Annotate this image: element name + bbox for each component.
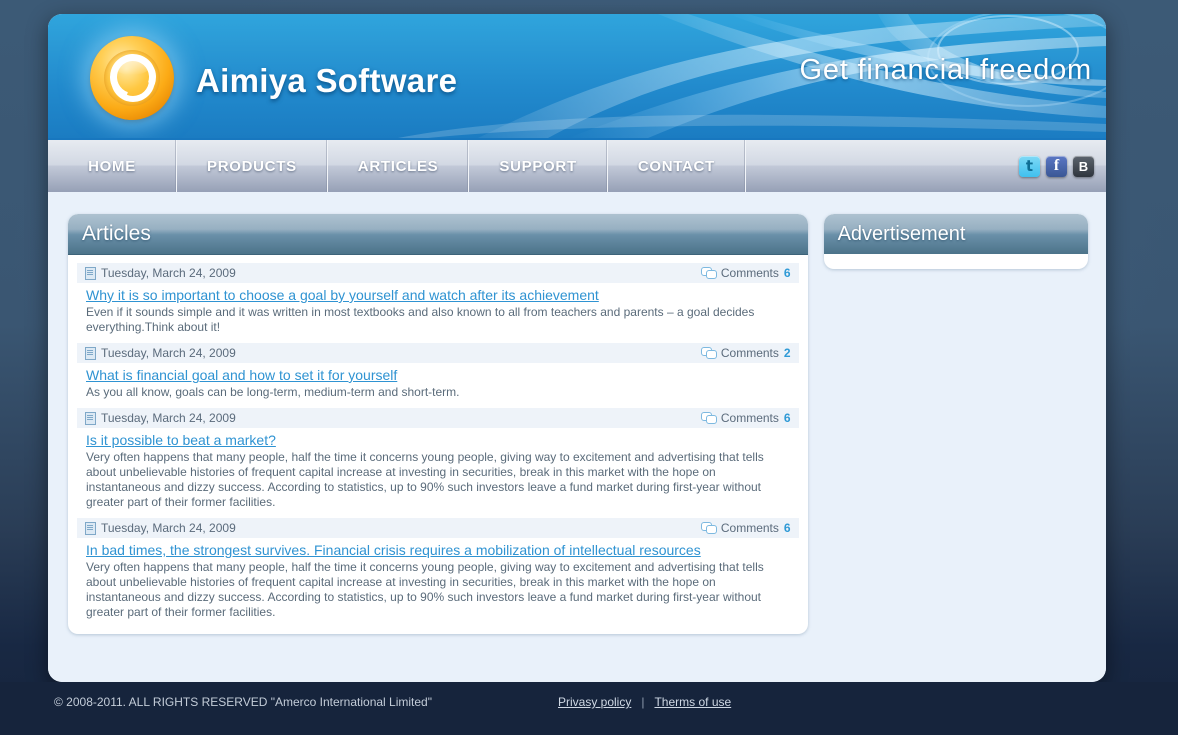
speech-bubbles-icon <box>700 412 717 424</box>
article-comments[interactable]: Comments 6 <box>700 411 791 425</box>
article-title-link[interactable]: Why it is so important to choose a goal … <box>86 287 599 303</box>
speech-bubbles-icon <box>700 347 717 359</box>
article-title-link[interactable]: In bad times, the strongest survives. Fi… <box>86 542 701 558</box>
site-shell: Aimiya Software Get financial freedom HO… <box>48 14 1106 682</box>
privacy-policy-link[interactable]: Privasy policy <box>558 695 631 709</box>
nav-item-products[interactable]: PRODUCTS <box>177 140 328 192</box>
article-excerpt: Even if it sounds simple and it was writ… <box>86 305 755 334</box>
article-date-wrap: Tuesday, March 24, 2009 <box>85 266 701 280</box>
article-excerpt: Very often happens that many people, hal… <box>86 560 764 619</box>
article-meta: Tuesday, March 24, 2009 Comments 6 <box>77 408 799 428</box>
article-item: Tuesday, March 24, 2009 Comments 6 Why it i… <box>68 263 808 335</box>
comments-label: Comments <box>720 266 779 280</box>
document-icon <box>85 346 96 360</box>
article-body: What is financial goal and how to set it… <box>68 363 808 400</box>
comments-label: Comments <box>720 346 779 360</box>
terms-of-use-link[interactable]: Therms of use <box>654 695 731 709</box>
comments-count: 6 <box>783 266 791 280</box>
comments-count: 2 <box>783 346 791 360</box>
articles-panel: Articles Tuesday, March 24, 2009 Comments… <box>68 214 808 634</box>
article-title-link[interactable]: What is financial goal and how to set it… <box>86 367 397 383</box>
content-area: Articles Tuesday, March 24, 2009 Comments… <box>48 192 1106 682</box>
nav-item-home[interactable]: HOME <box>48 140 177 192</box>
copyright-text: © 2008-2011. ALL RIGHTS RESERVED "Amerco… <box>54 695 432 709</box>
brand-title: Aimiya Software <box>196 62 458 99</box>
document-icon <box>85 521 96 535</box>
site-footer: © 2008-2011. ALL RIGHTS RESERVED "Amerco… <box>0 682 1178 735</box>
twitter-icon[interactable]: t <box>1019 155 1040 177</box>
article-meta: Tuesday, March 24, 2009 Comments 6 <box>77 263 799 283</box>
comments-count: 6 <box>783 411 791 425</box>
article-meta: Tuesday, March 24, 2009 Comments 2 <box>77 343 799 363</box>
vkontakte-icon[interactable]: B <box>1073 155 1094 177</box>
article-date-wrap: Tuesday, March 24, 2009 <box>85 521 701 535</box>
speech-bubbles-icon <box>700 267 717 279</box>
facebook-icon[interactable]: f <box>1046 155 1067 177</box>
comments-label: Comments <box>720 521 779 535</box>
social-links: t f B <box>1019 140 1106 192</box>
advertisement-title: Advertisement <box>823 214 1088 254</box>
article-excerpt: As you all know, goals can be long-term,… <box>86 385 460 399</box>
speech-bubbles-icon <box>700 522 717 534</box>
article-body: Is it possible to beat a market? Very oft… <box>68 428 808 510</box>
comments-count: 6 <box>783 521 791 535</box>
article-date: Tuesday, March 24, 2009 <box>101 521 236 535</box>
comments-label: Comments <box>720 411 779 425</box>
page-title: Articles <box>68 214 808 255</box>
footer-separator: | <box>641 695 645 709</box>
article-comments[interactable]: Comments 6 <box>700 521 791 535</box>
article-comments[interactable]: Comments 2 <box>700 346 791 360</box>
article-body: In bad times, the strongest survives. Fi… <box>68 538 808 620</box>
nav-item-support[interactable]: SUPPORT <box>469 140 608 192</box>
main-navigation: HOME PRODUCTS ARTICLES SUPPORT CONTACT t… <box>48 138 1106 192</box>
document-icon <box>85 411 96 425</box>
header-tagline: Get financial freedom <box>799 54 1092 86</box>
article-item: Tuesday, March 24, 2009 Comments 6 In bad t… <box>68 518 808 620</box>
articles-list: Tuesday, March 24, 2009 Comments 6 Why it i… <box>68 263 808 634</box>
article-date: Tuesday, March 24, 2009 <box>101 411 236 425</box>
site-header: Aimiya Software Get financial freedom <box>48 14 1106 138</box>
article-comments[interactable]: Comments 6 <box>700 266 791 280</box>
article-body: Why it is so important to choose a goal … <box>68 283 808 335</box>
document-icon <box>85 266 96 280</box>
article-date-wrap: Tuesday, March 24, 2009 <box>85 411 701 425</box>
nav-item-articles[interactable]: ARTICLES <box>328 140 470 192</box>
article-item: Tuesday, March 24, 2009 Comments 6 Is it po… <box>68 408 808 510</box>
article-meta: Tuesday, March 24, 2009 Comments 6 <box>77 518 799 538</box>
article-date-wrap: Tuesday, March 24, 2009 <box>85 346 701 360</box>
nav-item-contact[interactable]: CONTACT <box>608 140 746 192</box>
article-date: Tuesday, March 24, 2009 <box>101 266 236 280</box>
article-title-link[interactable]: Is it possible to beat a market? <box>86 432 276 448</box>
article-excerpt: Very often happens that many people, hal… <box>86 450 764 509</box>
aimiya-circle-logo-icon <box>90 36 174 120</box>
article-date: Tuesday, March 24, 2009 <box>101 346 236 360</box>
article-item: Tuesday, March 24, 2009 Comments 2 What is … <box>68 343 808 400</box>
advertisement-panel: Advertisement <box>823 214 1088 269</box>
